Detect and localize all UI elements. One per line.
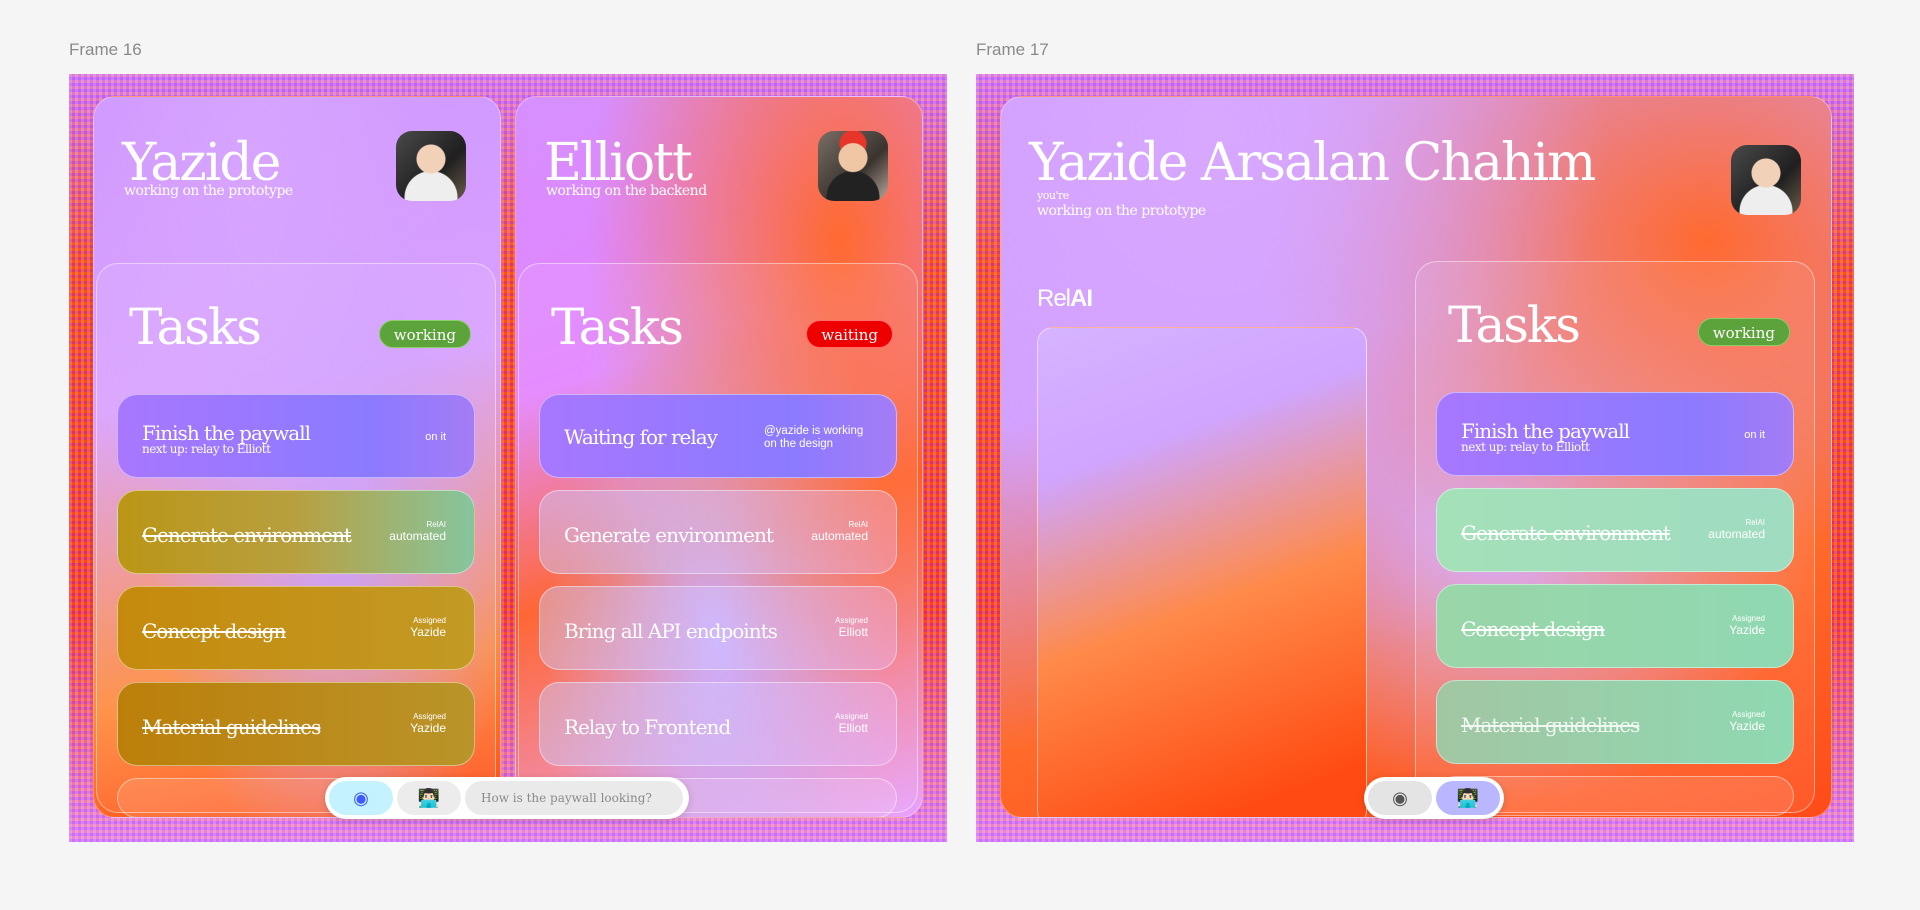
message-input[interactable]: How is the paywall looking? [465, 781, 683, 815]
task-title: Generate environment [1461, 521, 1671, 545]
task-meta: Assigned Yazide [410, 616, 446, 639]
task-meta-value: Elliott [838, 625, 868, 639]
relai-logo: RelAI [1037, 285, 1093, 313]
task-meta-label: Assigned [835, 712, 868, 721]
task-meta-value: Yazide [410, 625, 446, 639]
relai-panel[interactable] [1037, 327, 1367, 817]
profile-panel: Yazide Arsalan Chahim you're working on … [1000, 96, 1832, 818]
tasks-title: Tasks [129, 298, 262, 356]
task-title: Generate environment [142, 523, 352, 547]
chat-dock: ◉ 👨🏻‍💻 [1364, 777, 1504, 819]
task-item[interactable]: Relay to Frontend Assigned Elliott [539, 682, 897, 766]
user-status: working on the prototype [1037, 203, 1206, 219]
developer-button[interactable]: 👨🏻‍💻 [397, 781, 461, 815]
task-meta-value: Yazide [1729, 719, 1765, 733]
task-title: Concept design [1461, 617, 1605, 641]
chat-dock: ◉ 👨🏻‍💻 How is the paywall looking? [325, 777, 689, 819]
task-title: Concept design [142, 619, 286, 643]
task-item[interactable]: Finish the paywall next up: relay to Ell… [1436, 392, 1794, 476]
task-meta-label: RelAI [848, 520, 868, 529]
task-meta-label: Assigned [413, 616, 446, 625]
task-item[interactable]: Concept design Assigned Yazide [117, 586, 475, 670]
task-meta: Assigned Yazide [1729, 614, 1765, 637]
frame-16-label: Frame 16 [69, 40, 142, 59]
task-meta: Assigned Yazide [410, 712, 446, 735]
task-item[interactable]: Finish the paywall next up: relay to Ell… [117, 394, 475, 478]
task-meta-label: RelAI [1745, 518, 1765, 527]
task-meta-value: Yazide [410, 721, 446, 735]
tasks-card: Tasks waiting Waiting for relay @yazide … [518, 263, 918, 817]
task-meta-value: automated [1708, 527, 1765, 541]
user-status: working on the prototype [124, 183, 293, 199]
yazide-panel: Yazide working on the prototype Tasks wo… [93, 96, 501, 818]
task-meta-label: Assigned [1732, 710, 1765, 719]
tasks-title: Tasks [1448, 296, 1581, 354]
task-title: Waiting for relay [564, 425, 718, 449]
task-meta-label: Assigned [413, 712, 446, 721]
avatar[interactable] [818, 131, 888, 201]
task-meta-value: Elliott [838, 721, 868, 735]
task-item[interactable]: Generate environment RelAI automated [539, 490, 897, 574]
task-title: Relay to Frontend [564, 715, 731, 739]
frame-17: Yazide Arsalan Chahim you're working on … [976, 74, 1854, 842]
task-status: @yazide is working on the design [764, 425, 864, 450]
task-subtitle: next up: relay to Elliott [1461, 440, 1590, 454]
task-meta-value: automated [811, 529, 868, 543]
record-button[interactable]: ◉ [329, 781, 393, 815]
task-title: Bring all API endpoints [564, 619, 778, 643]
user-name: Yazide Arsalan Chahim [1029, 133, 1596, 193]
task-subtitle: next up: relay to Elliott [142, 442, 271, 456]
task-meta-value: Yazide [1729, 623, 1765, 637]
task-meta-value: automated [389, 529, 446, 543]
task-title: Material guidelines [1461, 713, 1640, 737]
task-title: Material guidelines [142, 715, 321, 739]
task-meta: Assigned Yazide [1729, 710, 1765, 733]
task-meta: Assigned Elliott [835, 712, 868, 735]
user-pretext: you're [1037, 189, 1069, 202]
task-item[interactable]: Material guidelines Assigned Yazide [117, 682, 475, 766]
task-meta: RelAI automated [811, 520, 868, 543]
tasks-title: Tasks [551, 298, 684, 356]
task-meta: Assigned Elliott [835, 616, 868, 639]
avatar[interactable] [1731, 145, 1801, 215]
status-badge: working [378, 320, 471, 348]
status-badge: working [1697, 318, 1790, 346]
frame-16: Yazide working on the prototype Tasks wo… [69, 74, 947, 842]
developer-button[interactable]: 👨🏻‍💻 [1436, 781, 1500, 815]
relai-brand-b: AI [1070, 285, 1093, 312]
task-meta-label: Assigned [1732, 614, 1765, 623]
task-status: on it [1744, 429, 1765, 441]
task-status: on it [425, 431, 446, 443]
tasks-card: Tasks working Finish the paywall next up… [96, 263, 496, 817]
relai-brand-a: Rel [1037, 285, 1071, 312]
status-badge: waiting [806, 320, 893, 348]
task-title: Generate environment [564, 523, 774, 547]
record-button[interactable]: ◉ [1368, 781, 1432, 815]
user-status: working on the backend [546, 183, 707, 199]
task-meta: RelAI automated [1708, 518, 1765, 541]
task-meta-label: RelAI [426, 520, 446, 529]
elliott-panel: Elliott working on the backend Tasks wai… [515, 96, 923, 818]
task-item[interactable]: Waiting for relay @yazide is working on … [539, 394, 897, 478]
task-item[interactable]: Generate environment RelAI automated [1436, 488, 1794, 572]
task-item[interactable]: Bring all API endpoints Assigned Elliott [539, 586, 897, 670]
task-meta: RelAI automated [389, 520, 446, 543]
task-item[interactable]: Concept design Assigned Yazide [1436, 584, 1794, 668]
task-item[interactable]: Material guidelines Assigned Yazide [1436, 680, 1794, 764]
task-meta-label: Assigned [835, 616, 868, 625]
frame-17-label: Frame 17 [976, 40, 1049, 59]
task-item[interactable]: Generate environment RelAI automated [117, 490, 475, 574]
tasks-card: Tasks working Finish the paywall next up… [1415, 261, 1815, 816]
avatar[interactable] [396, 131, 466, 201]
